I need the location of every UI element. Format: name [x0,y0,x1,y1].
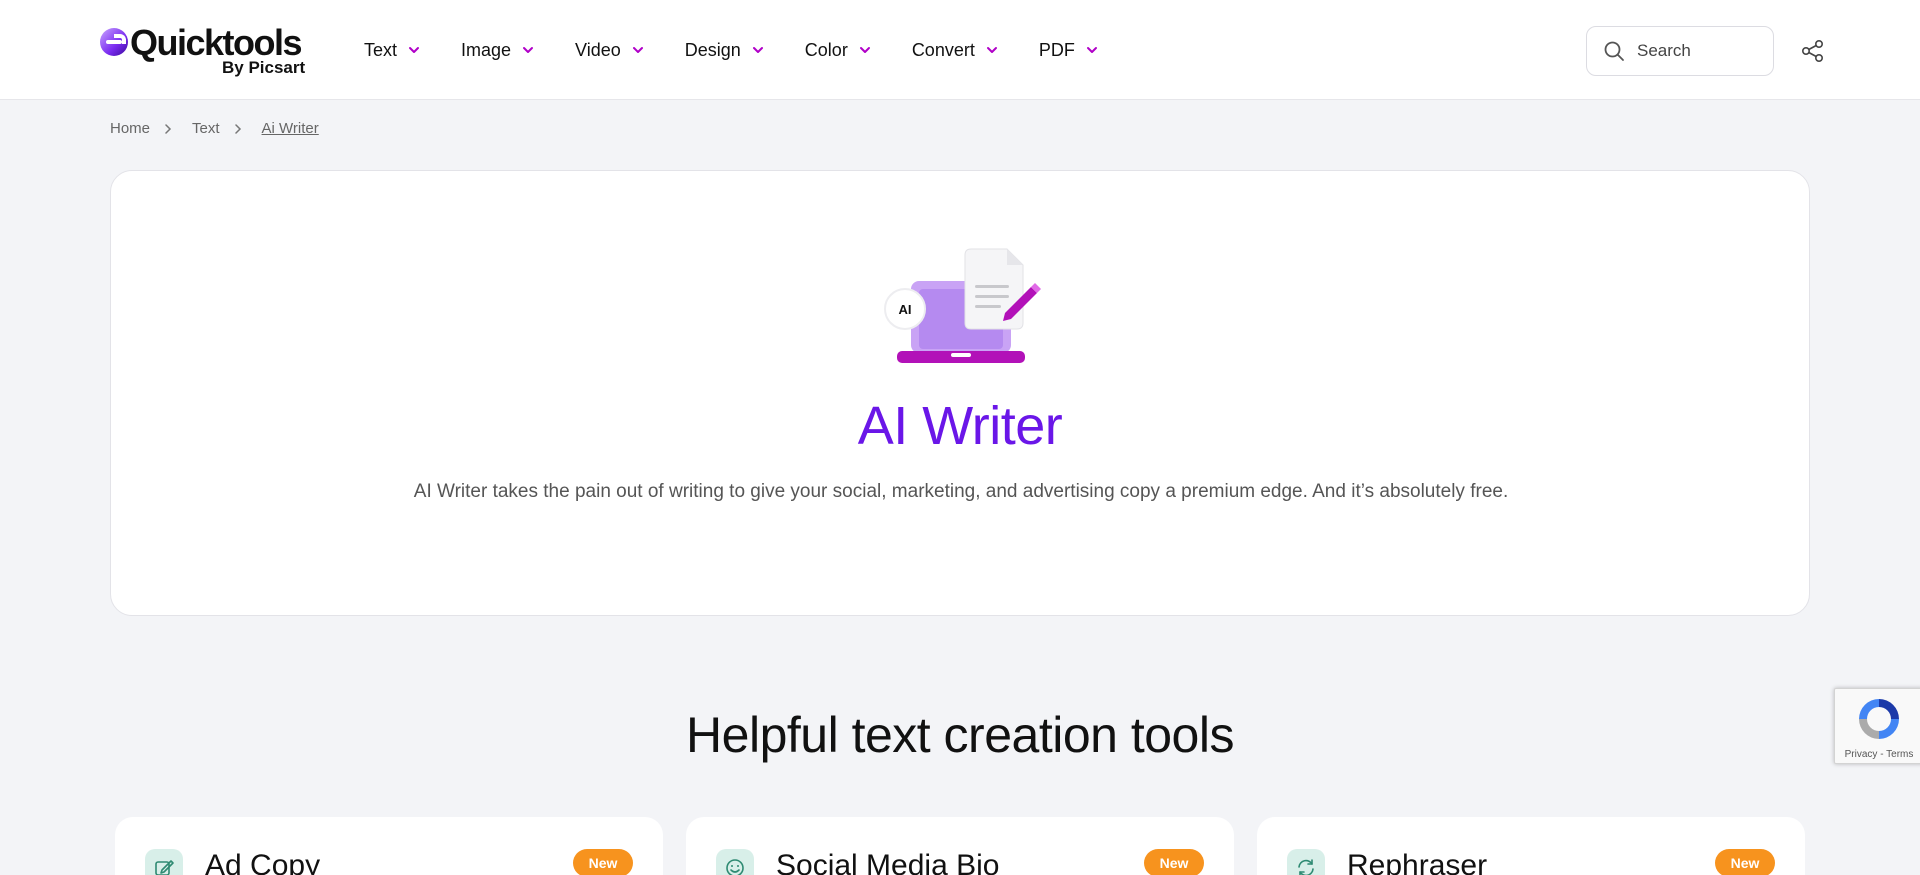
page-title: AI Writer [857,396,1063,456]
logo-mark-icon [100,28,128,56]
breadcrumb: Home Text Ai Writer [110,120,319,137]
ai-badge-label: AI [899,302,912,317]
tool-card-title: Ad Copy [205,849,321,875]
recaptcha-links[interactable]: Privacy - Terms [1835,749,1920,760]
main-nav: Text Image Video Design Color Convert PD… [364,0,1139,100]
breadcrumb-home[interactable]: Home [110,120,150,137]
share-icon[interactable] [1800,38,1826,64]
breadcrumb-current[interactable]: Ai Writer [262,120,319,137]
nav-item-label: Text [364,39,398,60]
nav-item-convert[interactable]: Convert [912,40,999,61]
nav-item-label: Video [575,39,621,60]
breadcrumb-text[interactable]: Text [192,120,220,137]
nav-item-video[interactable]: Video [575,40,645,61]
nav-item-pdf[interactable]: PDF [1039,40,1099,61]
chevron-down-icon [859,47,870,53]
nav-item-label: PDF [1038,39,1075,60]
pencil-edit-icon [145,849,183,875]
nav-item-design[interactable]: Design [685,40,765,61]
tool-card-title: Rephraser [1347,849,1488,875]
logo-name: Quicktools [130,22,303,63]
chevron-down-icon [409,47,420,53]
ai-writer-illustration: AI [884,248,1041,363]
nav-item-image[interactable]: Image [461,40,535,61]
chevron-right-icon [234,123,241,134]
hero-card: AI AI Writer AI Writer takes the pain ou… [110,170,1810,616]
new-badge: New [1144,849,1204,875]
nav-item-color[interactable]: Color [805,40,872,61]
chevron-down-icon [1086,47,1097,53]
recaptcha-icon [1859,699,1899,739]
nav-item-label: Image [461,39,512,60]
search-input[interactable] [1637,41,1757,61]
page-description: AI Writer takes the pain out of writing … [413,481,1509,502]
new-badge: New [573,849,633,875]
section-title: Helpful text creation tools [686,707,1234,763]
nav-item-label: Design [684,39,741,60]
chevron-down-icon [986,47,997,53]
top-header: Quicktools By Picsart Text Image Video D… [0,0,1920,100]
search-box[interactable] [1586,26,1774,76]
chevron-down-icon [632,47,643,53]
recaptcha-badge[interactable]: Privacy - Terms [1834,688,1920,764]
nav-item-label: Color [804,39,848,60]
tool-card-title: Social Media Bio [776,849,1000,875]
new-badge: New [1715,849,1775,875]
nav-item-label: Convert [911,39,975,60]
tool-card-ad-copy[interactable]: Ad Copy New [115,817,663,875]
refresh-icon [1287,849,1325,875]
nav-item-text[interactable]: Text [364,40,421,61]
chevron-down-icon [752,47,763,53]
tool-card-social-media-bio[interactable]: Social Media Bio New [686,817,1234,875]
chevron-down-icon [523,47,534,53]
quicktools-logo[interactable]: Quicktools By Picsart [100,22,305,77]
smiley-icon [716,849,754,875]
chevron-right-icon [165,123,172,134]
search-icon [1604,41,1624,61]
logo-subtitle: By Picsart [222,58,306,77]
tool-card-rephraser[interactable]: Rephraser New [1257,817,1805,875]
